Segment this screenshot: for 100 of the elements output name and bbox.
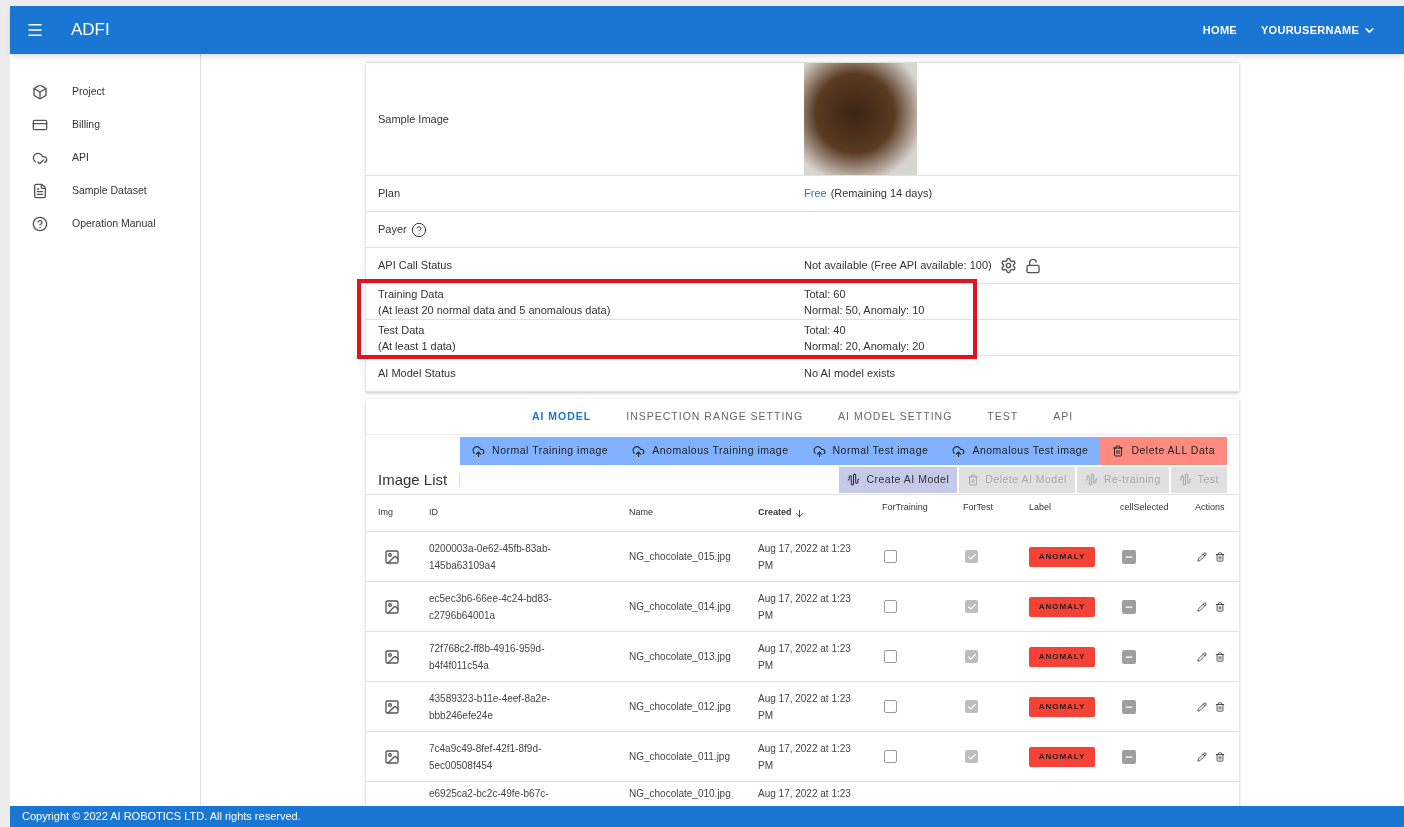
edit-icon[interactable] (1197, 601, 1207, 612)
edit-icon[interactable] (1197, 651, 1207, 662)
field-label: Test Data (378, 322, 426, 338)
edit-icon[interactable] (1197, 751, 1207, 762)
tab[interactable]: INSPECTION RANGE SETTING (626, 408, 804, 425)
checkbox[interactable] (884, 700, 897, 713)
help-icon[interactable] (410, 221, 427, 238)
home-link[interactable]: HOME (1202, 21, 1237, 39)
cloud-upload-icon (812, 444, 826, 458)
field-label: Training Data (378, 286, 445, 302)
sidebar-item[interactable]: API (10, 141, 200, 174)
table-cell-text: NG_chocolate_011.jpg (629, 750, 731, 764)
checkbox[interactable] (1122, 549, 1136, 564)
table-cell-text: Aug 17, 2022 at 1:23 PM (758, 541, 852, 573)
checkbox[interactable] (884, 600, 897, 613)
edit-icon[interactable] (1197, 551, 1207, 562)
column-header[interactable]: Created (758, 506, 882, 520)
cube-icon (32, 83, 48, 100)
field-label: AI Model Status (378, 366, 457, 382)
label-badge: ANOMALY (1029, 596, 1095, 617)
column-header[interactable]: Actions (1195, 495, 1227, 515)
upload-button[interactable]: Anomalous Training image (620, 437, 801, 465)
sidebar-item[interactable]: Sample Dataset (10, 174, 200, 207)
trash-icon (967, 473, 980, 486)
field-value: Normal: 50, Anomaly: 10 (804, 302, 926, 318)
cloud-upload-icon (952, 444, 966, 458)
column-header[interactable]: Img (378, 506, 429, 520)
table-cell-text: NG_chocolate_010.jpg (629, 787, 732, 801)
table-cell-text: NG_chocolate_013.jpg (629, 650, 732, 664)
tab[interactable]: TEST (987, 408, 1019, 425)
field-value: (Remaining 14 days) (830, 186, 933, 202)
table-cell-text: ec5ec3b6-66ee-4c24-bd83-c2796b64001a (429, 591, 553, 623)
tab[interactable]: AI MODEL (531, 408, 592, 425)
table-cell-text: Aug 17, 2022 at 1:23 PM (758, 641, 852, 673)
trash-icon[interactable] (1215, 651, 1225, 662)
image-icon (384, 748, 400, 765)
column-header[interactable]: cellSelected (1120, 495, 1195, 515)
file-icon (32, 182, 48, 199)
trash-icon[interactable] (1215, 751, 1225, 762)
plan-link[interactable]: Free (804, 185, 827, 202)
help-icon (32, 215, 48, 232)
checkbox[interactable] (1122, 699, 1136, 714)
image-icon (384, 698, 400, 715)
field-value: No AI model exists (804, 366, 897, 382)
upload-button[interactable]: Normal Training image (460, 437, 621, 465)
trash-icon[interactable] (1215, 551, 1225, 562)
delete-all-button[interactable]: Delete ALL Data (1100, 437, 1227, 465)
label-badge: ANOMALY (1029, 746, 1095, 767)
settings-icon[interactable] (999, 257, 1017, 274)
upload-button[interactable]: Normal Test image (800, 437, 941, 465)
action-button[interactable]: Create AI Model (839, 466, 958, 493)
checkbox[interactable] (884, 650, 897, 663)
field-value: Normal: 20, Anomaly: 20 (804, 338, 926, 354)
footer: Copyright © 2022 AI ROBOTICS LTD. All rights reserved. (10, 806, 1404, 827)
waveform-icon (1178, 473, 1192, 486)
label-badge: ANOMALY (1029, 696, 1095, 717)
table-cell-text: e6925ca2-bc2c-49fe-b67c- (429, 787, 550, 801)
tab[interactable]: AI MODEL SETTING (838, 408, 953, 425)
sidebar-item[interactable]: Billing (10, 108, 200, 141)
upload-button[interactable]: Anomalous Test image (940, 437, 1101, 465)
checkbox[interactable] (884, 550, 897, 563)
trash-icon (1112, 445, 1125, 457)
table-cell-text: Aug 17, 2022 at 1:23 PM (758, 691, 852, 723)
checkbox[interactable] (1122, 749, 1136, 764)
label-badge: ANOMALY (1029, 546, 1095, 567)
checkbox[interactable] (884, 750, 897, 763)
trash-icon[interactable] (1215, 701, 1225, 712)
field-value: Total: 60 (804, 286, 847, 302)
image-icon (384, 598, 400, 615)
field-label: Sample Image (378, 111, 450, 127)
cloud-upload-icon (472, 444, 486, 458)
waveform-icon (1084, 473, 1098, 486)
menu-icon[interactable] (26, 21, 44, 39)
table-cell-text: 72f768c2-ff8b-4916-959d-b4f4f011c54a (429, 641, 546, 673)
sidebar-item[interactable]: Operation Manual (10, 207, 200, 240)
edit-icon[interactable] (1197, 701, 1207, 712)
column-header[interactable]: Label (1029, 495, 1120, 515)
column-header[interactable]: ForTraining (882, 495, 963, 515)
checkbox[interactable] (1122, 599, 1136, 614)
image-list-title: Image List (378, 472, 461, 487)
sort-arrow-icon (793, 507, 805, 519)
column-header[interactable]: ID (429, 506, 629, 520)
column-header[interactable]: ForTest (963, 495, 1029, 515)
table-cell-text: 0200003a-0e62-45fb-83ab-145ba63109a4 (429, 541, 552, 573)
sidebar-item[interactable]: Project (10, 75, 200, 108)
table-cell-text: 43589323-b11e-4eef-8a2e-bbb246efe24e (429, 691, 552, 723)
table-cell-text: Aug 17, 2022 at 1:23 (758, 787, 852, 801)
table-cell-text: Aug 17, 2022 at 1:23 PM (758, 741, 852, 773)
field-hint: (At least 20 normal data and 5 anomalous data) (378, 302, 612, 318)
table-cell-text: NG_chocolate_014.jpg (629, 600, 732, 614)
unlocked-padlock-icon[interactable] (1024, 257, 1041, 274)
field-label: Payer (378, 222, 407, 238)
checkbox[interactable] (1122, 649, 1136, 664)
trash-icon[interactable] (1215, 601, 1225, 612)
column-header[interactable]: Name (629, 506, 758, 520)
tab[interactable]: API (1053, 408, 1074, 425)
table-cell-text: NG_chocolate_012.jpg (629, 700, 732, 714)
field-label: API Call Status (378, 258, 453, 274)
user-menu-button[interactable]: YOURUSERNAME (1260, 21, 1376, 39)
field-value: Not available (Free API available: 100) (804, 258, 992, 274)
